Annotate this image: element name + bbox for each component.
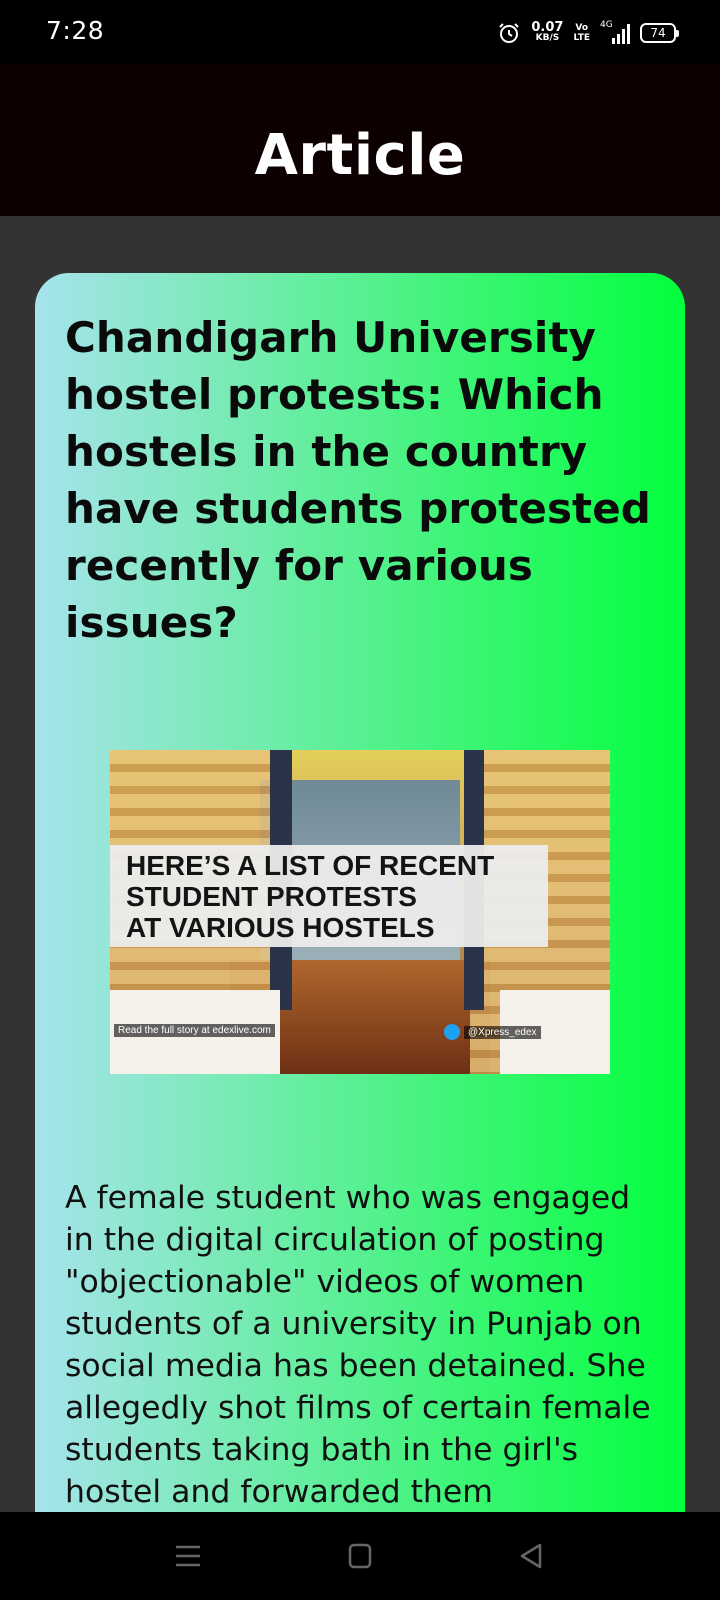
network-type: 4G [600, 20, 613, 30]
image-banner: HERE’S A LIST OF RECENT STUDENT PROTESTS… [110, 845, 548, 947]
image-source-caption: Read the full story at edexlive.com [114, 1024, 275, 1037]
app-bar: Article [0, 64, 720, 216]
image-banner-line: STUDENT PROTESTS [126, 880, 417, 912]
volte-indicator: Vo LTE [573, 23, 590, 43]
home-square-icon[interactable] [340, 1538, 380, 1574]
volte-top: Vo [575, 23, 589, 33]
battery-icon: 74 [640, 23, 679, 43]
network-speed-unit: KB/S [535, 33, 560, 43]
status-time: 7:28 [46, 16, 105, 45]
navigation-bar [0, 1512, 720, 1600]
network-speed: 0.07 KB/S [531, 20, 564, 43]
image-handle-text: @Xpress_edex [464, 1025, 541, 1039]
image-banner-line: HERE’S A LIST OF RECENT [126, 849, 495, 881]
image-handle: @Xpress_edex [444, 1024, 541, 1040]
menu-icon[interactable] [168, 1538, 208, 1574]
article-card[interactable]: Chandigarh University hostel protests: W… [35, 273, 685, 1600]
article-body: A female student who was engaged in the … [65, 1180, 651, 1510]
signal-icon: 4G [600, 20, 630, 44]
alarm-icon [499, 23, 520, 43]
volte-bottom: LTE [573, 33, 590, 43]
twitter-bird-icon [444, 1024, 460, 1040]
network-speed-value: 0.07 [531, 20, 564, 35]
image-banner-line: AT VARIOUS HOSTELS [126, 911, 435, 943]
status-icons: 0.07 KB/S Vo LTE 4G 74 [497, 18, 679, 48]
article-headline: Chandigarh University hostel protests: W… [65, 313, 651, 647]
page-title: Article [254, 122, 466, 188]
battery-level: 74 [650, 26, 666, 40]
article-image[interactable]: HERE’S A LIST OF RECENT STUDENT PROTESTS… [110, 750, 610, 1074]
back-triangle-icon[interactable] [512, 1538, 552, 1574]
status-bar: 7:28 0.07 KB/S Vo LTE 4G 74 [0, 0, 720, 64]
